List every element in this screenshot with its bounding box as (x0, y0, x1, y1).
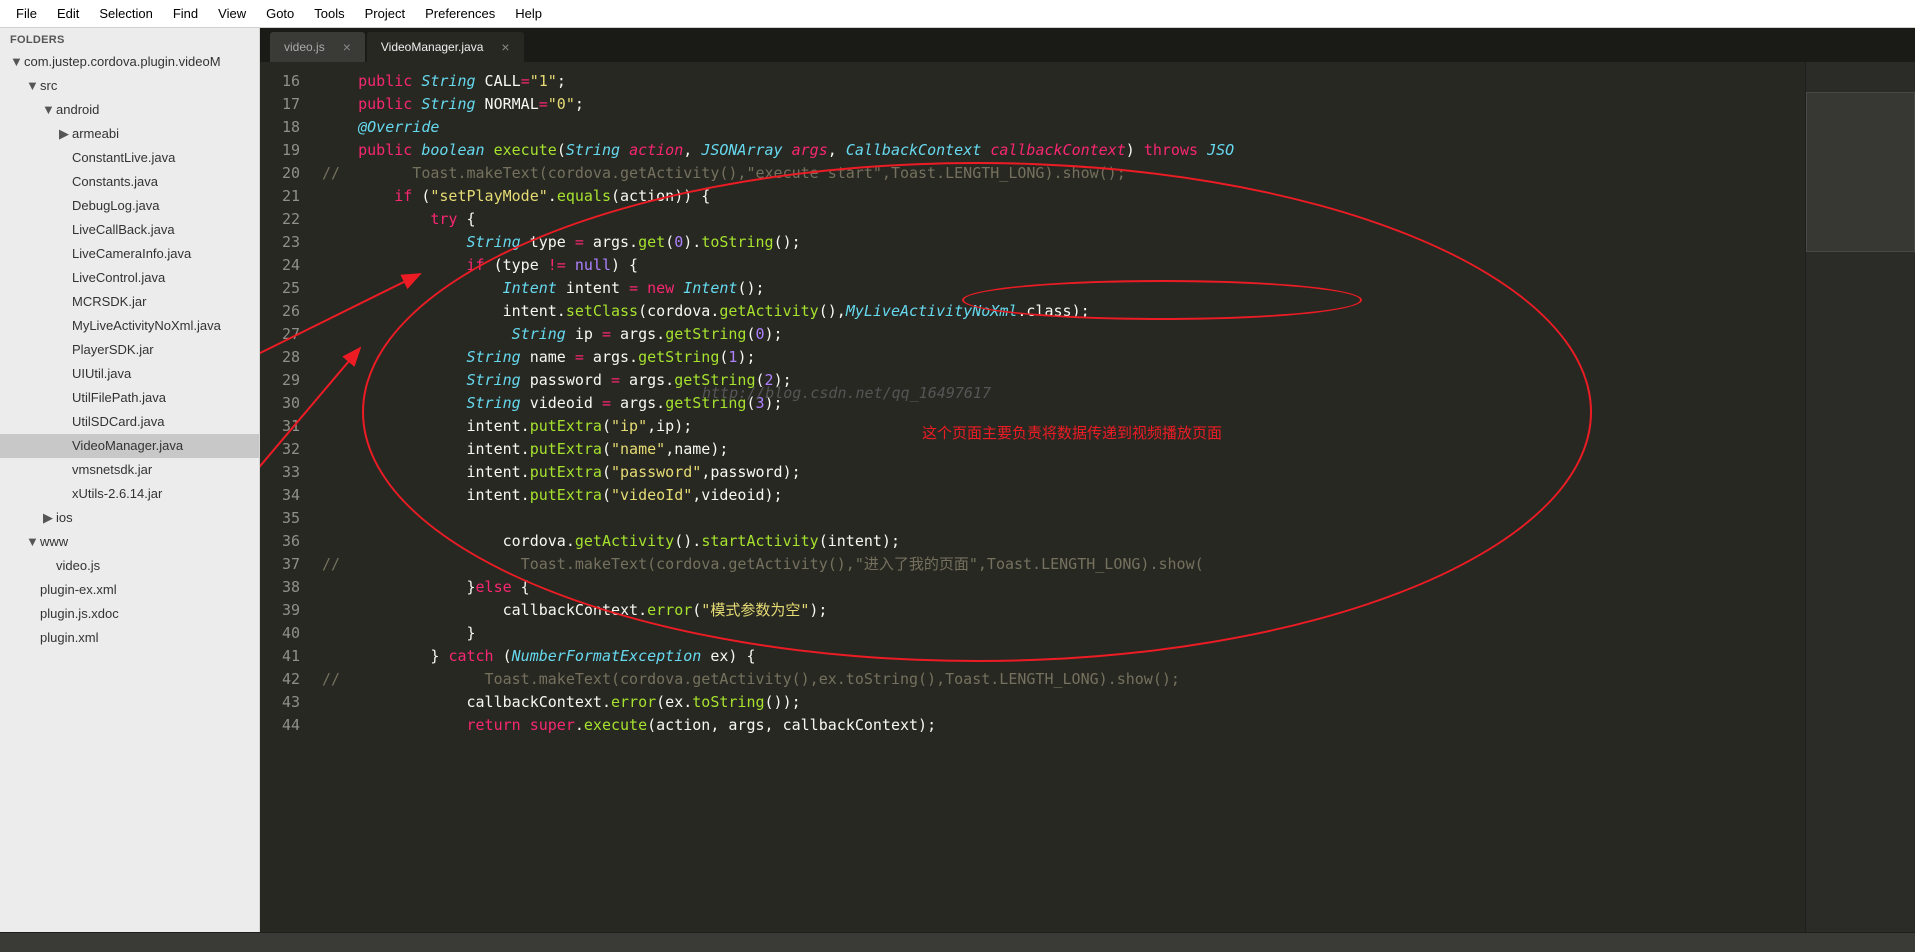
close-icon[interactable]: × (501, 39, 509, 55)
close-icon[interactable]: × (343, 39, 351, 55)
chevron-right-icon[interactable]: ▶ (42, 508, 54, 528)
tree-item[interactable]: LiveCallBack.java (0, 218, 259, 242)
tree-label: PlayerSDK.jar (72, 342, 154, 357)
tree-label: armeabi (72, 126, 119, 141)
code-editor[interactable]: public String CALL="1"; public String NO… (312, 62, 1805, 932)
menu-find[interactable]: Find (163, 2, 208, 25)
folder-tree: ▼com.justep.cordova.plugin.videoM▼src▼an… (0, 50, 259, 650)
tree-item[interactable]: PlayerSDK.jar (0, 338, 259, 362)
chevron-down-icon[interactable]: ▼ (26, 532, 38, 552)
line-gutter: 16 17 18 19 20 21 22 23 24 25 26 27 28 2… (260, 62, 312, 932)
tree-item[interactable]: ▼www (0, 530, 259, 554)
tree-label: DebugLog.java (72, 198, 159, 213)
tab[interactable]: video.js × (270, 32, 365, 62)
tree-item[interactable]: Constants.java (0, 170, 259, 194)
main-area: FOLDERS ▼com.justep.cordova.plugin.video… (0, 28, 1915, 932)
horizontal-scrollbar[interactable] (0, 932, 1915, 952)
menu-view[interactable]: View (208, 2, 256, 25)
tree-label: LiveCallBack.java (72, 222, 175, 237)
chevron-right-icon[interactable]: ▶ (58, 124, 70, 144)
tree-label: ConstantLive.java (72, 150, 175, 165)
tab-bar: video.js × VideoManager.java × (260, 28, 1915, 62)
code-wrap: 16 17 18 19 20 21 22 23 24 25 26 27 28 2… (260, 62, 1915, 932)
tree-label: Constants.java (72, 174, 158, 189)
minimap-viewport[interactable] (1806, 92, 1915, 252)
tree-item[interactable]: ▼src (0, 74, 259, 98)
tab-label: VideoManager.java (381, 40, 484, 54)
tree-item[interactable]: ▼com.justep.cordova.plugin.videoM (0, 50, 259, 74)
tree-label: VideoManager.java (72, 438, 183, 453)
tree-item[interactable]: xUtils-2.6.14.jar (0, 482, 259, 506)
tree-label: plugin.js.xdoc (40, 606, 119, 621)
code-content[interactable]: public String CALL="1"; public String NO… (322, 70, 1805, 737)
tree-label: video.js (56, 558, 100, 573)
tree-item[interactable]: LiveControl.java (0, 266, 259, 290)
menu-tools[interactable]: Tools (304, 2, 354, 25)
tab[interactable]: VideoManager.java × (367, 32, 524, 62)
tree-item[interactable]: plugin.xml (0, 626, 259, 650)
tree-label: ios (56, 510, 73, 525)
tree-item[interactable]: plugin.js.xdoc (0, 602, 259, 626)
tree-label: android (56, 102, 99, 117)
menu-goto[interactable]: Goto (256, 2, 304, 25)
tree-item[interactable]: vmsnetsdk.jar (0, 458, 259, 482)
tree-item[interactable]: DebugLog.java (0, 194, 259, 218)
tree-item[interactable]: VideoManager.java (0, 434, 259, 458)
menu-file[interactable]: File (6, 2, 47, 25)
tree-label: UtilFilePath.java (72, 390, 166, 405)
editor-area: video.js × VideoManager.java × 16 17 18 19 … (260, 28, 1915, 932)
menu-bar: FileEditSelectionFindViewGotoToolsProjec… (0, 0, 1915, 28)
tree-label: MCRSDK.jar (72, 294, 146, 309)
tree-label: com.justep.cordova.plugin.videoM (24, 54, 221, 69)
tree-label: src (40, 78, 57, 93)
menu-selection[interactable]: Selection (89, 2, 162, 25)
tree-item[interactable]: plugin-ex.xml (0, 578, 259, 602)
minimap[interactable] (1805, 62, 1915, 932)
chevron-down-icon[interactable]: ▼ (42, 100, 54, 120)
tree-label: xUtils-2.6.14.jar (72, 486, 162, 501)
sidebar-header: FOLDERS (0, 28, 259, 50)
sidebar: FOLDERS ▼com.justep.cordova.plugin.video… (0, 28, 260, 932)
tree-label: LiveCameraInfo.java (72, 246, 191, 261)
tree-item[interactable]: UtilSDCard.java (0, 410, 259, 434)
menu-help[interactable]: Help (505, 2, 552, 25)
tree-label: LiveControl.java (72, 270, 165, 285)
tree-label: plugin-ex.xml (40, 582, 117, 597)
watermark: http://blog.csdn.net/qq_16497617 (702, 382, 991, 405)
tree-label: www (40, 534, 68, 549)
menu-preferences[interactable]: Preferences (415, 2, 505, 25)
tree-item[interactable]: MCRSDK.jar (0, 290, 259, 314)
tree-item[interactable]: MyLiveActivityNoXml.java (0, 314, 259, 338)
chevron-down-icon[interactable]: ▼ (10, 52, 22, 72)
menu-edit[interactable]: Edit (47, 2, 89, 25)
tree-label: vmsnetsdk.jar (72, 462, 152, 477)
tree-label: plugin.xml (40, 630, 99, 645)
menu-project[interactable]: Project (355, 2, 415, 25)
tree-item[interactable]: ConstantLive.java (0, 146, 259, 170)
tree-item[interactable]: ▼android (0, 98, 259, 122)
tree-label: MyLiveActivityNoXml.java (72, 318, 221, 333)
tree-item[interactable]: video.js (0, 554, 259, 578)
tab-label: video.js (284, 40, 325, 54)
tree-item[interactable]: UtilFilePath.java (0, 386, 259, 410)
chevron-down-icon[interactable]: ▼ (26, 76, 38, 96)
tree-item[interactable]: LiveCameraInfo.java (0, 242, 259, 266)
tree-label: UtilSDCard.java (72, 414, 164, 429)
tree-item[interactable]: ▶armeabi (0, 122, 259, 146)
tree-label: UIUtil.java (72, 366, 131, 381)
tree-item[interactable]: ▶ios (0, 506, 259, 530)
tree-item[interactable]: UIUtil.java (0, 362, 259, 386)
